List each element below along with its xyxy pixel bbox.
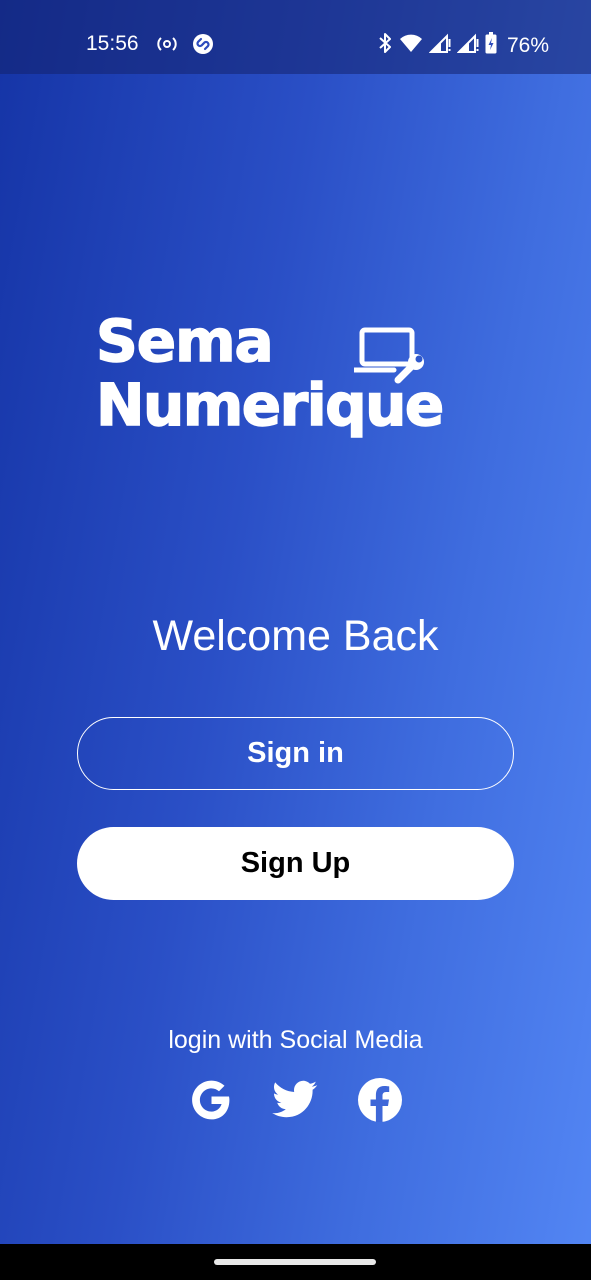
sign-in-button[interactable]: Sign in <box>77 717 514 790</box>
status-time: 15:56 <box>86 32 139 55</box>
status-right-icons: 76% <box>377 32 549 59</box>
logo-text-line1: Sema <box>95 307 274 375</box>
battery-icon <box>485 32 497 59</box>
social-login-row <box>0 1076 591 1124</box>
status-left-icons <box>156 33 214 60</box>
system-navigation-bar <box>0 1244 591 1280</box>
facebook-icon[interactable] <box>356 1076 404 1124</box>
sign-up-label: Sign Up <box>240 847 351 879</box>
bluetooth-icon <box>377 32 393 59</box>
signal-icon <box>428 33 451 58</box>
google-icon[interactable] <box>187 1076 235 1124</box>
hotspot-icon <box>156 35 178 58</box>
social-login-caption: login with Social Media <box>168 1026 423 1054</box>
status-bar: 15:56 76% <box>0 0 591 74</box>
sign-up-button[interactable]: Sign Up <box>77 827 514 900</box>
signal-icon <box>456 33 479 58</box>
welcome-screen: 15:56 76% Sema Numerique Welcome Back Si… <box>0 0 591 1280</box>
wifi-icon <box>399 33 423 58</box>
laptop-wrench-icon <box>351 326 426 388</box>
welcome-title: Welcome Back <box>152 612 439 660</box>
sign-in-label: Sign in <box>247 737 344 769</box>
home-indicator[interactable] <box>214 1259 376 1265</box>
shazam-icon <box>192 33 214 60</box>
app-logo: Sema Numerique <box>95 307 496 457</box>
battery-percent: 76% <box>506 33 549 57</box>
twitter-icon[interactable] <box>271 1076 319 1124</box>
